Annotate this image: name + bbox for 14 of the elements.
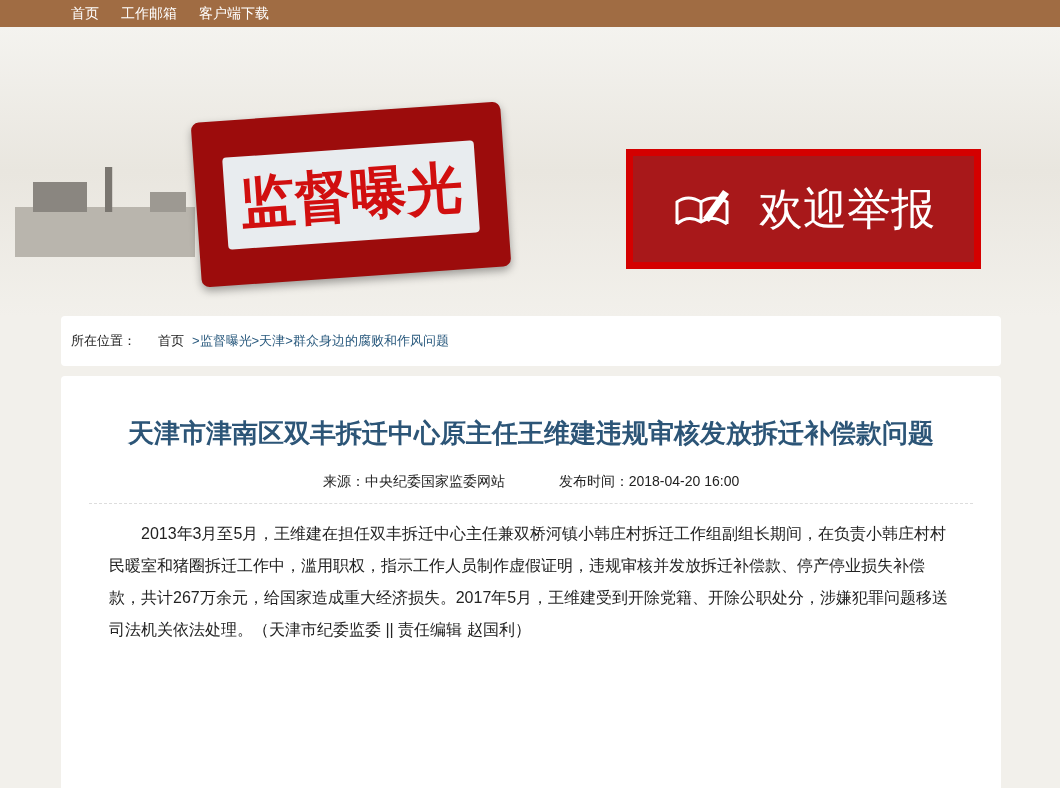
report-button[interactable]: 欢迎举报 <box>626 149 981 269</box>
nav-link[interactable]: 首页 <box>71 0 99 27</box>
nav-link[interactable]: 客户端下载 <box>199 0 269 27</box>
article-body: 2013年3月至5月，王维建在担任双丰拆迁中心主任兼双桥河镇小韩庄村拆迁工作组副组长期间，在负责小韩庄村村民暖室和猪圈拆迁工作中，滥用职权，指示工作人员制作虚假证明，违规审核并发放拆迁补偿款、停产停业损失补偿款，共计267万余元，给国家造成重大经济损失。2017年5月，王维建受到开除党籍、开除公职处分，涉嫌犯罪问题移送司法机关依法处理。（天津市纪委监委 || 责任编辑 赵国利） <box>108 524 950 640</box>
article-source: 来源：中央纪委国家监委网站 <box>322 473 505 491</box>
banner-title: 监督曝光 <box>222 139 480 250</box>
breadcrumb-link[interactable]: >群众身边的腐败和作风问题 <box>285 332 449 350</box>
nav-link[interactable]: 工作邮箱 <box>121 0 177 27</box>
breadcrumb-link[interactable]: >监督曝光 <box>192 332 252 350</box>
breadcrumb-link[interactable]: 首页 <box>158 332 184 350</box>
breadcrumb-label: 所在位置： <box>71 332 136 350</box>
breadcrumb-link[interactable]: >天津 <box>251 332 286 350</box>
article-title: 天津市津南区双丰拆迁中心原主任王维建违规审核发放拆迁补偿款问题 <box>127 417 935 450</box>
publish-time: 发布时间：2018-04-20 16:00 <box>558 473 740 491</box>
